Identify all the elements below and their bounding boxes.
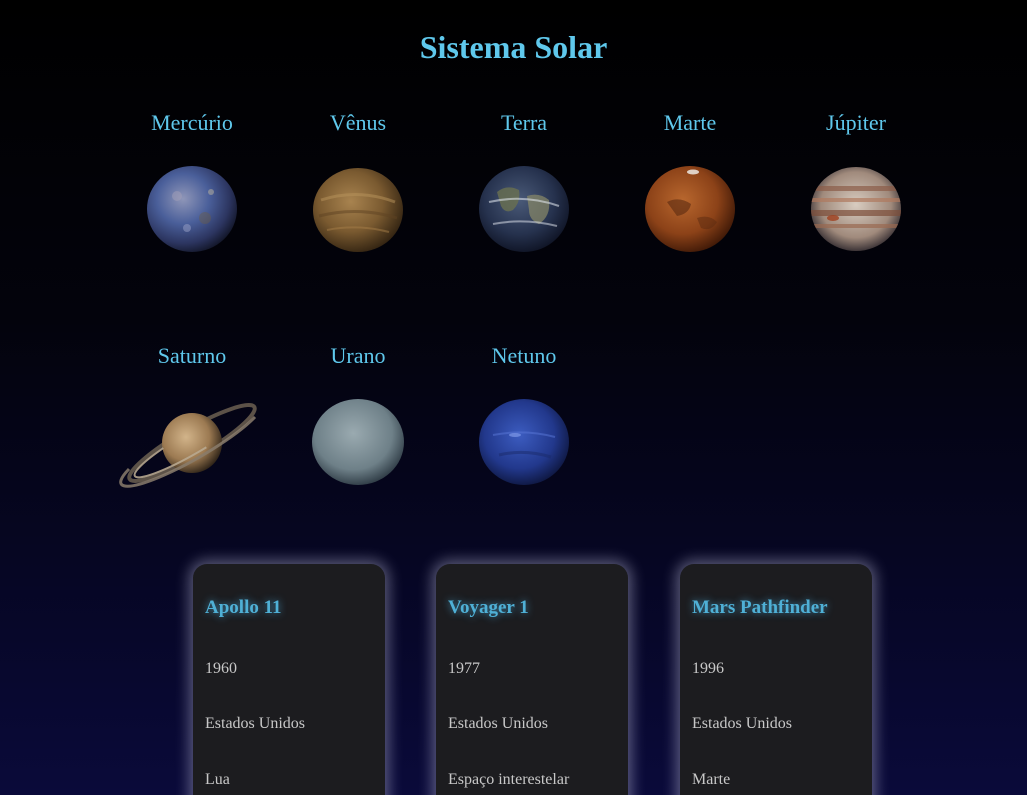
planet-earth: Terra xyxy=(444,110,604,252)
planet-mercury: Mercúrio xyxy=(112,110,272,252)
mission-card-apollo-11: Apollo 11 1960 Estados Unidos Lua xyxy=(193,564,385,795)
mercury-icon xyxy=(147,166,237,252)
mission-card-mars-pathfinder: Mars Pathfinder 1996 Estados Unidos Mart… xyxy=(680,564,872,795)
planet-name: Urano xyxy=(330,343,386,368)
uranus-icon xyxy=(312,399,404,485)
venus-icon xyxy=(313,166,403,252)
planet-uranus: Urano xyxy=(278,343,438,485)
mission-destination: Espaço interestelar xyxy=(448,771,570,788)
planet-jupiter: Júpiter xyxy=(776,110,936,252)
planet-name: Terra xyxy=(500,110,548,135)
planet-name: Júpiter xyxy=(826,110,886,135)
mission-country: Estados Unidos xyxy=(692,715,792,732)
mars-icon xyxy=(645,166,735,252)
mission-year: 1996 xyxy=(692,660,724,677)
planet-saturn: Saturno xyxy=(112,343,272,488)
mission-year: 1977 xyxy=(448,660,480,677)
mission-card-voyager-1: Voyager 1 1977 Estados Unidos Espaço int… xyxy=(436,564,628,795)
mission-year: 1960 xyxy=(205,660,237,677)
planet-name: Netuno xyxy=(491,343,557,368)
planet-neptune: Netuno xyxy=(444,343,604,485)
neptune-icon xyxy=(479,399,569,485)
planet-name: Saturno xyxy=(157,343,227,368)
planet-name: Marte xyxy=(663,110,717,135)
earth-icon xyxy=(479,166,569,252)
planet-venus: Vênus xyxy=(278,110,438,252)
mission-destination: Lua xyxy=(205,771,230,788)
saturn-icon xyxy=(119,399,257,488)
mission-name: Voyager 1 xyxy=(448,597,529,618)
page-title: Sistema Solar xyxy=(419,29,608,65)
jupiter-icon xyxy=(811,166,901,252)
mission-destination: Marte xyxy=(692,771,731,788)
mission-name: Mars Pathfinder xyxy=(692,597,828,618)
planet-mars: Marte xyxy=(610,110,770,252)
mission-country: Estados Unidos xyxy=(448,715,548,732)
planet-name: Mercúrio xyxy=(151,110,233,135)
mission-name: Apollo 11 xyxy=(205,597,282,618)
planet-name: Vênus xyxy=(329,110,387,135)
mission-country: Estados Unidos xyxy=(205,715,305,732)
